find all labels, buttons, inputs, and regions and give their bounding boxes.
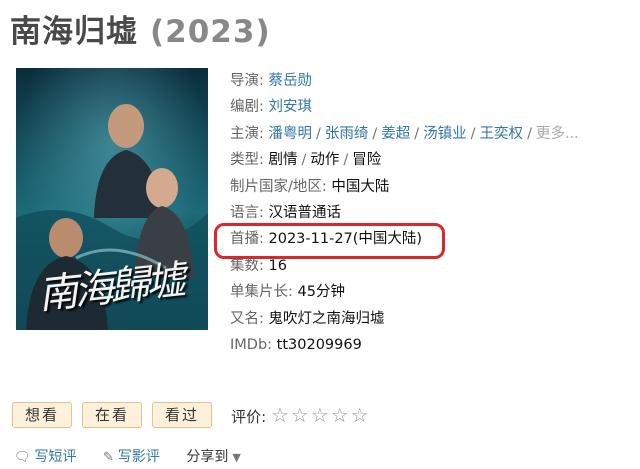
colon: : bbox=[259, 204, 269, 221]
language-row: 语言: 汉语普通话 bbox=[230, 200, 635, 226]
aka-row: 又名: 鬼吹灯之南海归墟 bbox=[230, 306, 635, 332]
cast-link[interactable]: 潘粤明 bbox=[269, 126, 313, 142]
want-to-watch-button[interactable]: 想看 bbox=[12, 402, 73, 428]
aka-value: 鬼吹灯之南海归墟 bbox=[268, 310, 385, 327]
director-label: 导演 bbox=[230, 73, 259, 89]
cast-link[interactable]: 张雨绮 bbox=[325, 126, 369, 142]
writer-row: 编剧: 刘安琪 bbox=[230, 94, 635, 120]
genre-label: 类型 bbox=[230, 152, 259, 169]
premiere-row: 首播: 2023-11-27(中国大陆) bbox=[230, 226, 635, 252]
write-short-review-label: 写短评 bbox=[34, 449, 77, 465]
writer-label: 编剧 bbox=[230, 99, 259, 116]
imdb-value: tt30209969 bbox=[276, 336, 362, 353]
colon: : bbox=[259, 231, 269, 248]
episodes-value: 16 bbox=[268, 257, 287, 274]
title-text: 南海归墟 bbox=[10, 14, 138, 50]
colon: : bbox=[259, 310, 269, 327]
movie-info: 导演: 蔡岳勋 编剧: 刘安琪 主演: 潘粤明 / 张雨绮 / 姜超 / 汤镇业 / 王奕权 / 更… bbox=[214, 68, 635, 358]
runtime-value: 45分钟 bbox=[297, 284, 345, 301]
watched-button[interactable]: 看过 bbox=[152, 402, 213, 428]
rating-star-icon[interactable]: ☆ bbox=[331, 403, 349, 427]
colon: : bbox=[288, 284, 298, 301]
director-row: 导演: 蔡岳勋 bbox=[230, 68, 635, 94]
rating-stars: ☆ ☆ ☆ ☆ ☆ bbox=[271, 403, 371, 427]
cast-link[interactable]: 汤镇业 bbox=[423, 126, 467, 142]
separator: / bbox=[372, 125, 378, 142]
genre-item: 剧情 bbox=[268, 152, 298, 169]
episodes-row: 集数: 16 bbox=[230, 253, 635, 279]
cast-more-link[interactable]: 更多... bbox=[536, 126, 579, 142]
country-value: 中国大陆 bbox=[331, 178, 390, 195]
colon: : bbox=[259, 152, 269, 169]
country-label: 制片国家/地区 bbox=[230, 178, 322, 195]
colon: : bbox=[267, 336, 277, 353]
rating-label: 评价: bbox=[231, 408, 267, 426]
cast-row: 主演: 潘粤明 / 张雨绮 / 姜超 / 汤镇业 / 王奕权 / 更多... bbox=[230, 121, 635, 147]
language-label: 语言 bbox=[230, 204, 259, 221]
separator: / bbox=[414, 125, 420, 142]
writer-link[interactable]: 刘安琪 bbox=[269, 99, 313, 115]
premiere-value: 2023-11-27(中国大陆) bbox=[268, 231, 423, 248]
page-title: 南海归墟 (2023) bbox=[10, 6, 271, 51]
runtime-label: 单集片长 bbox=[230, 284, 288, 301]
action-bar: 想看 在看 看过 评价: ☆ ☆ ☆ ☆ ☆ bbox=[12, 402, 371, 428]
share-dropdown[interactable]: 分享到 ▼ bbox=[186, 449, 240, 465]
colon: : bbox=[259, 99, 269, 116]
rating-star-icon[interactable]: ☆ bbox=[311, 403, 329, 427]
separator: / bbox=[527, 125, 532, 142]
runtime-row: 单集片长: 45分钟 bbox=[230, 279, 635, 305]
colon: : bbox=[321, 178, 332, 195]
rating-star-icon[interactable]: ☆ bbox=[351, 403, 369, 427]
genre-row: 类型: 剧情 / 动作 / 冒险 bbox=[230, 147, 635, 173]
separator: / bbox=[343, 152, 349, 169]
genre-item: 冒险 bbox=[352, 152, 382, 169]
cast-link[interactable]: 王奕权 bbox=[480, 126, 524, 142]
share-label: 分享到 bbox=[186, 449, 229, 465]
cast-link[interactable]: 姜超 bbox=[381, 126, 410, 142]
colon: : bbox=[259, 73, 269, 89]
director-link[interactable]: 蔡岳勋 bbox=[269, 73, 313, 89]
separator: / bbox=[301, 152, 307, 169]
separator: / bbox=[316, 125, 321, 142]
write-review-label: 写影评 bbox=[117, 449, 160, 465]
poster-image[interactable]: 南海歸墟 bbox=[16, 68, 208, 330]
watching-button[interactable]: 在看 bbox=[82, 402, 143, 428]
imdb-label: IMDb bbox=[230, 336, 268, 353]
write-review-link[interactable]: ✎ 写影评 bbox=[103, 449, 160, 465]
caret-down-icon: ▼ bbox=[232, 451, 241, 464]
aka-label: 又名 bbox=[230, 310, 259, 327]
title-year: (2023) bbox=[150, 14, 271, 50]
comment-icon: 🗨 bbox=[14, 450, 31, 465]
rating-widget: 评价: ☆ ☆ ☆ ☆ ☆ bbox=[231, 403, 371, 427]
cast-label: 主演 bbox=[230, 125, 259, 142]
pencil-icon: ✎ bbox=[102, 450, 114, 465]
write-short-review-link[interactable]: 🗨 写短评 bbox=[14, 449, 77, 465]
episodes-label: 集数 bbox=[230, 257, 259, 274]
country-row: 制片国家/地区: 中国大陆 bbox=[230, 174, 635, 200]
genre-item: 动作 bbox=[310, 152, 340, 169]
colon: : bbox=[259, 257, 269, 274]
premiere-label: 首播 bbox=[230, 231, 259, 248]
language-value: 汉语普通话 bbox=[268, 204, 342, 221]
social-bar: 🗨 写短评 ✎ 写影评 分享到 ▼ bbox=[14, 446, 263, 466]
rating-star-icon[interactable]: ☆ bbox=[291, 403, 309, 427]
separator: / bbox=[470, 125, 476, 142]
imdb-row: IMDb: tt30209969 bbox=[230, 332, 635, 358]
rating-star-icon[interactable]: ☆ bbox=[271, 403, 289, 427]
colon: : bbox=[259, 125, 269, 142]
